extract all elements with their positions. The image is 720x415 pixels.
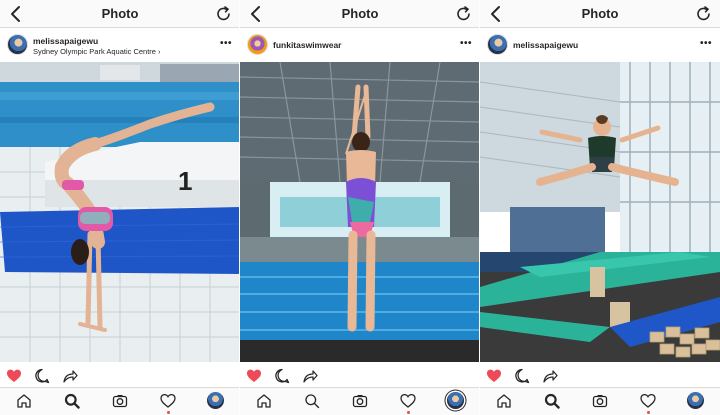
post-screen-1: Photo melissapaigewu Sydney Olympic Park…	[0, 0, 240, 415]
profile-avatar-icon[interactable]	[687, 392, 704, 409]
page-title: Photo	[581, 6, 619, 21]
refresh-icon[interactable]	[214, 4, 234, 24]
nav-bar: Photo	[240, 0, 480, 28]
heart-icon[interactable]	[486, 368, 502, 384]
avatar[interactable]	[487, 34, 508, 55]
page-title: Photo	[101, 6, 139, 21]
post-screen-2: Photo funkitaswimwear •••	[240, 0, 480, 415]
post-header: funkitaswimwear •••	[240, 28, 480, 62]
avatar[interactable]	[7, 34, 28, 55]
activity-dot	[646, 411, 650, 414]
activity-dot	[406, 411, 410, 414]
username-link[interactable]: melissapaigewu	[513, 40, 578, 50]
panel-divider	[239, 0, 240, 415]
home-icon[interactable]	[496, 393, 512, 409]
refresh-icon[interactable]	[694, 4, 714, 24]
camera-icon[interactable]	[592, 393, 608, 409]
heart-outline-icon[interactable]	[400, 393, 416, 409]
username-link[interactable]: melissapaigewu	[33, 36, 98, 46]
home-icon[interactable]	[16, 393, 32, 409]
more-options-icon[interactable]: •••	[460, 38, 472, 49]
tab-bar	[480, 387, 720, 415]
activity-dot	[166, 411, 170, 414]
post-actions	[240, 365, 480, 387]
post-photo[interactable]	[240, 62, 480, 362]
more-options-icon[interactable]: •••	[700, 38, 712, 49]
comment-icon[interactable]	[34, 368, 50, 384]
comment-icon[interactable]	[274, 368, 290, 384]
nav-bar: Photo	[0, 0, 240, 28]
refresh-icon[interactable]	[454, 4, 474, 24]
home-icon[interactable]	[256, 393, 272, 409]
username-link[interactable]: funkitaswimwear	[273, 40, 342, 50]
profile-avatar-icon[interactable]	[447, 392, 464, 409]
heart-icon[interactable]	[246, 368, 262, 384]
tab-bar	[240, 387, 480, 415]
post-header: melissapaigewu Sydney Olympic Park Aquat…	[0, 28, 240, 62]
lane-number: 1	[178, 166, 192, 196]
post-photo[interactable]: 1	[0, 62, 240, 362]
heart-outline-icon[interactable]	[640, 393, 656, 409]
post-photo[interactable]	[480, 62, 720, 362]
search-icon[interactable]	[64, 393, 80, 409]
heart-outline-icon[interactable]	[160, 393, 176, 409]
post-actions	[480, 365, 720, 387]
post-actions	[0, 365, 240, 387]
tab-bar	[0, 387, 240, 415]
camera-icon[interactable]	[112, 393, 128, 409]
comment-icon[interactable]	[514, 368, 530, 384]
share-icon[interactable]	[302, 368, 318, 384]
page-title: Photo	[341, 6, 379, 21]
search-icon[interactable]	[544, 393, 560, 409]
avatar[interactable]	[247, 34, 268, 55]
location-link[interactable]: Sydney Olympic Park Aquatic Centre ›	[33, 47, 161, 56]
share-icon[interactable]	[62, 368, 78, 384]
camera-icon[interactable]	[352, 393, 368, 409]
more-options-icon[interactable]: •••	[220, 38, 232, 49]
profile-avatar-icon[interactable]	[207, 392, 224, 409]
search-icon[interactable]	[304, 393, 320, 409]
post-header: melissapaigewu •••	[480, 28, 720, 62]
panel-divider	[479, 0, 480, 415]
nav-bar: Photo	[480, 0, 720, 28]
share-icon[interactable]	[542, 368, 558, 384]
post-screen-3: Photo melissapaigewu •••	[480, 0, 720, 415]
heart-icon[interactable]	[6, 368, 22, 384]
